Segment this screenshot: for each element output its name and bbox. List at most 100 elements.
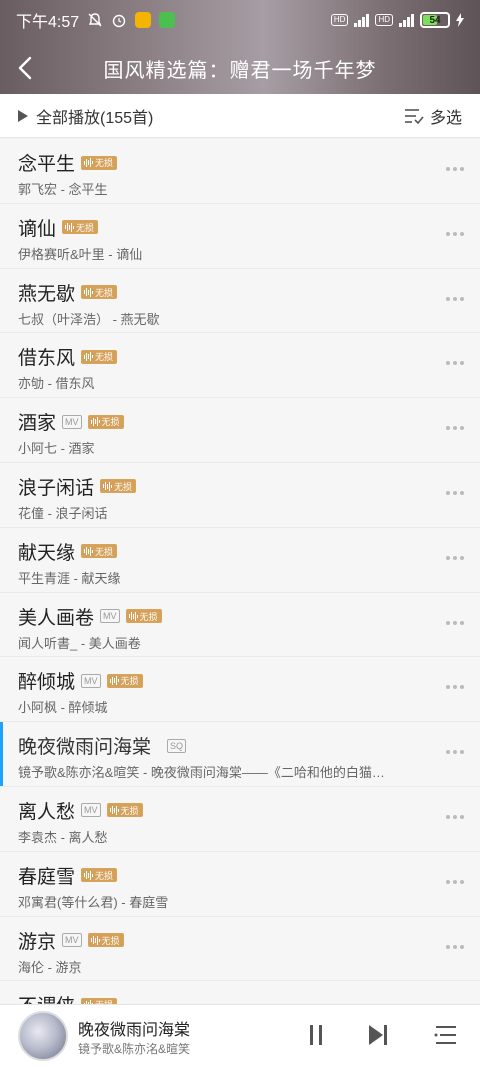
more-options-icon[interactable] (446, 167, 464, 171)
app-notification-icon (135, 12, 152, 28)
mv-badge[interactable]: MV (81, 803, 101, 818)
back-arrow-icon[interactable] (14, 54, 38, 82)
more-options-icon[interactable] (446, 361, 464, 366)
navbar: 国风精选篇：赠君一场千年梦 (0, 42, 480, 94)
song-row[interactable]: 醉倾城 MV 无损 小阿枫 - 醉倾城 (0, 657, 480, 723)
more-options-icon[interactable] (446, 490, 464, 495)
song-title: 不谓侠 (18, 991, 75, 1004)
song-row[interactable]: 浪子闲话 无损 花僮 - 浪子闲话 (0, 462, 480, 528)
album-cover[interactable] (18, 1011, 68, 1061)
multi-select-button[interactable]: 多选 (404, 104, 462, 128)
more-options-icon[interactable] (446, 750, 464, 755)
next-track-icon[interactable] (364, 1021, 392, 1049)
hd-icon-2: HD (375, 14, 393, 26)
song-title: 美人画卷 (18, 607, 95, 629)
song-title: 谪仙 (18, 218, 57, 240)
battery-level: 54 (429, 14, 441, 26)
song-title-line: 春庭雪 无损 (18, 862, 118, 889)
song-artist: 闻人听書_ - 美人画卷 (18, 635, 141, 651)
more-options-icon[interactable] (446, 231, 464, 236)
song-artist: 七叔（叶泽浩） - 燕无歇 (18, 311, 160, 327)
more-options-icon[interactable] (446, 426, 464, 431)
waveform-icon (84, 352, 94, 362)
song-title: 浪子闲话 (18, 477, 95, 499)
lossless-label: 无损 (101, 935, 120, 946)
pause-icon[interactable] (302, 1021, 330, 1049)
song-title: 离人愁 (18, 801, 76, 823)
lossless-badge: 无损 (62, 220, 99, 235)
waveform-icon (128, 611, 138, 621)
hd-icon: HD (330, 14, 349, 26)
multi-select-label: 多选 (429, 109, 462, 127)
more-options-icon[interactable] (446, 296, 464, 301)
status-time: 下午4:57 (16, 14, 80, 31)
song-artist: 李袁杰 - 离人愁 (18, 829, 108, 845)
lossless-label: 无损 (95, 546, 114, 557)
mv-badge[interactable]: MV (81, 673, 101, 688)
mv-badge[interactable]: MV (62, 933, 82, 948)
mv-badge[interactable]: MV (62, 414, 82, 429)
song-row[interactable]: 燕无歇 无损 七叔（叶泽浩） - 燕无歇 (0, 268, 480, 334)
lossless-badge: 无损 (81, 349, 118, 364)
more-options-icon[interactable] (446, 814, 464, 819)
lossless-badge: 无损 (106, 673, 143, 688)
lossless-label: 无损 (120, 805, 139, 816)
waveform-icon (90, 935, 100, 945)
song-row[interactable]: 念平生 无损 郭飞宏 - 念平生 (0, 139, 480, 204)
header: 下午4:57 HD HD 54 国风精选篇：赠君一场千年梦 (0, 0, 480, 94)
waveform-icon (84, 158, 94, 167)
song-title: 念平生 (18, 154, 76, 175)
song-row[interactable]: 酒家 MV 无损 小阿七 - 酒家 (0, 398, 480, 463)
signal-icon-2 (399, 13, 414, 27)
lossless-label: 无损 (101, 417, 120, 428)
battery-icon: 54 (420, 12, 450, 28)
song-title-line: 游京 MV 无损 (18, 927, 124, 954)
more-options-icon[interactable] (446, 685, 464, 690)
more-options-icon[interactable] (446, 879, 464, 884)
signal-icon (354, 13, 370, 27)
song-row[interactable]: 不谓侠无损 (0, 981, 480, 1004)
playlist-icon[interactable] (432, 1021, 460, 1049)
song-title-line: 酒家 MV 无损 (18, 408, 124, 435)
waveform-icon (84, 287, 94, 297)
waveform-icon (109, 676, 119, 686)
mini-player[interactable]: 晚夜微雨问海棠 镜予歌&陈亦洺&暄笑 (0, 1004, 480, 1067)
play-all-button[interactable]: 全部播放(155首) (36, 104, 153, 128)
lossless-badge: 无损 (87, 933, 124, 948)
song-row[interactable]: 谪仙 无损 伊格赛听&叶里 - 谪仙 (0, 203, 480, 269)
song-title-line: 借东风 无损 (18, 343, 118, 370)
song-title-line: 晚夜微雨问海棠 SQ (18, 732, 187, 759)
charging-icon (456, 13, 464, 27)
song-row[interactable]: 美人画卷 MV 无损闻人听書_ - 美人画卷 (0, 592, 480, 658)
song-title: 晚夜微雨问海棠 (18, 737, 152, 759)
song-row[interactable]: 游京 MV 无损 海伦 - 游京 (0, 916, 480, 982)
more-options-icon[interactable] (446, 555, 464, 560)
song-title-line: 谪仙 无损 (18, 214, 99, 241)
waveform-icon (65, 222, 75, 232)
wechat-notification-icon (159, 12, 176, 28)
song-artist: 海伦 - 游京 (18, 959, 82, 975)
song-row[interactable]: 借东风 无损亦劬 - 借东风 (0, 333, 480, 399)
song-row[interactable]: 晚夜微雨问海棠 SQ 镜予歌&陈亦洺&暄笑 - 晚夜微雨问海棠——《二哈和他的白猫… (0, 722, 480, 787)
song-row[interactable]: 献天缘 无损 平生青涯 - 献天缘 (0, 527, 480, 593)
song-title: 燕无歇 (18, 283, 76, 305)
song-row[interactable]: 离人愁 MV 无损李袁杰 - 离人愁 (0, 786, 480, 852)
song-artist: 亦劬 - 借东风 (18, 376, 95, 392)
lossless-label: 无损 (95, 870, 114, 881)
song-title: 献天缘 (18, 542, 76, 564)
status-bar: 下午4:57 HD HD 54 (0, 0, 480, 40)
mv-badge[interactable]: MV (100, 609, 120, 624)
play-all-icon[interactable] (18, 109, 28, 122)
lossless-badge: 无损 (87, 414, 124, 429)
lossless-badge: 无损 (81, 155, 118, 170)
song-title-line: 离人愁 MV 无损 (18, 797, 143, 824)
more-options-icon[interactable] (446, 944, 464, 949)
lossless-badge: 无损 (81, 544, 118, 559)
more-options-icon[interactable] (446, 620, 464, 625)
lossless-label: 无损 (139, 611, 158, 622)
song-row[interactable]: 春庭雪 无损 邓寓君(等什么君) - 春庭雪 (0, 851, 480, 917)
waveform-icon (84, 870, 94, 880)
lossless-label: 无损 (95, 158, 114, 168)
song-artist: 小阿七 - 酒家 (18, 441, 95, 457)
lossless-label: 无损 (95, 352, 114, 363)
